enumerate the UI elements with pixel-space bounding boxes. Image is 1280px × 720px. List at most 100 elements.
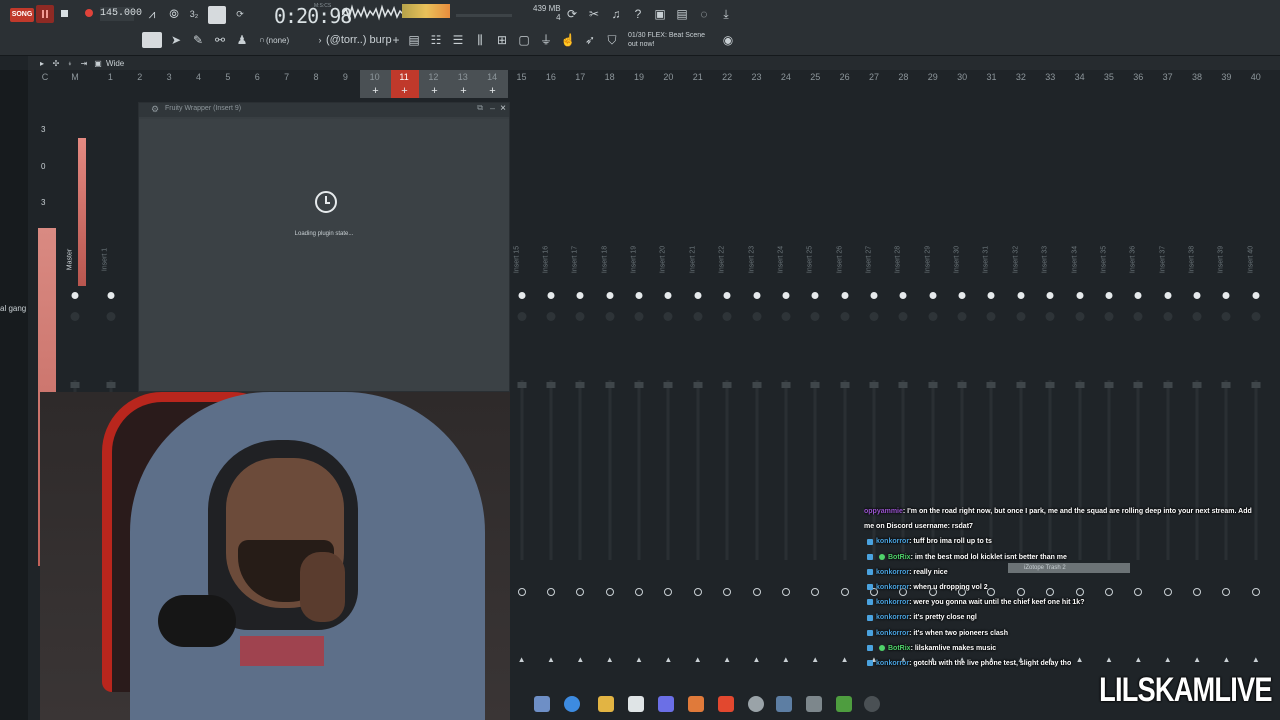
stereo-knob[interactable] (1221, 312, 1231, 321)
stereo-knob[interactable] (693, 312, 703, 321)
track-number[interactable]: 35 (1104, 72, 1114, 82)
refresh-icon[interactable]: ⟳ (564, 6, 580, 22)
wrapper-title-bar[interactable]: ⚙ Fruity Wrapper (Insert 9) ⧉ – × (139, 103, 509, 117)
insert-arrow-icon[interactable]: ▲ (782, 655, 790, 664)
insert-arrow-icon[interactable]: ▲ (811, 655, 819, 664)
route-toggle[interactable] (576, 588, 585, 596)
add-insert-icon[interactable]: + (478, 84, 507, 98)
chat-username[interactable]: konkorror (876, 630, 909, 637)
track-number[interactable]: 13 (458, 72, 468, 82)
volume-fader[interactable] (520, 380, 524, 560)
stereo-knob[interactable] (546, 312, 556, 321)
mixer-icon[interactable]: ⫼ (472, 32, 488, 48)
chat-username[interactable]: konkorror (876, 584, 909, 591)
pan-knob[interactable] (1076, 292, 1084, 299)
pan-knob[interactable] (1222, 292, 1230, 299)
stereo-knob[interactable] (70, 312, 80, 321)
track-number[interactable]: 9 (343, 72, 348, 82)
mixer-view-selector[interactable]: Wide (106, 59, 124, 68)
download-icon[interactable]: ⤓ (718, 6, 734, 22)
chat-username[interactable]: oppyammie (864, 508, 903, 515)
insert-arrow-icon[interactable]: ▲ (576, 655, 584, 664)
track-number[interactable]: 5 (225, 72, 230, 82)
render-icon[interactable]: ▤ (674, 6, 690, 22)
master-volume-slider[interactable] (456, 14, 512, 17)
pan-knob[interactable] (576, 292, 584, 299)
stereo-knob[interactable] (517, 312, 527, 321)
pause-button[interactable] (36, 5, 54, 23)
track-number[interactable]: 33 (1045, 72, 1055, 82)
chat-username[interactable]: konkorror (876, 660, 909, 667)
track-number[interactable]: 22 (722, 72, 732, 82)
tools-icon[interactable]: ✂ (586, 6, 602, 22)
volume-fader[interactable] (813, 380, 817, 560)
globe-icon[interactable]: ◉ (720, 32, 736, 48)
fl-studio-icon[interactable] (688, 696, 704, 712)
pan-knob[interactable] (71, 292, 79, 299)
channel-rack-icon[interactable]: ☰ (450, 32, 466, 48)
fader-handle[interactable] (1045, 382, 1055, 388)
stereo-knob[interactable] (928, 312, 938, 321)
add-insert-icon[interactable]: + (449, 84, 478, 98)
stereo-knob[interactable] (957, 312, 967, 321)
pan-knob[interactable] (870, 292, 878, 299)
piano-roll-icon[interactable]: ☷ (428, 32, 444, 48)
fader-handle[interactable] (546, 382, 556, 388)
fader-handle[interactable] (1163, 382, 1173, 388)
chat-username[interactable]: BotRix (888, 645, 911, 652)
track-number[interactable]: 19 (634, 72, 644, 82)
pan-knob[interactable] (518, 292, 526, 299)
pan-knob[interactable] (694, 292, 702, 299)
route-toggle[interactable] (546, 588, 555, 596)
fader-handle[interactable] (898, 382, 908, 388)
loop-record-icon[interactable]: ⟳ (232, 6, 248, 22)
fader-handle[interactable] (663, 382, 673, 388)
track-number[interactable]: 39 (1221, 72, 1231, 82)
track-number[interactable]: 4 (196, 72, 201, 82)
volume-fader[interactable] (549, 380, 553, 560)
close-icon[interactable]: × (500, 103, 506, 114)
fader-handle[interactable] (1104, 382, 1114, 388)
track-number[interactable]: 36 (1133, 72, 1143, 82)
pencil-icon[interactable]: ✎ (190, 32, 206, 48)
track-number[interactable]: 32 (1016, 72, 1026, 82)
minecraft-icon[interactable] (836, 696, 852, 712)
stop-button[interactable] (61, 10, 68, 17)
fader-handle[interactable] (986, 382, 996, 388)
track-number[interactable]: 16 (546, 72, 556, 82)
track-number[interactable]: 14 (487, 72, 497, 82)
track-number[interactable]: C (42, 72, 49, 82)
fader-handle[interactable] (840, 382, 850, 388)
plugin-icon[interactable]: ⏚ (538, 32, 554, 48)
fader-handle[interactable] (693, 382, 703, 388)
insert-arrow-icon[interactable]: ▲ (723, 655, 731, 664)
track-number[interactable]: 31 (986, 72, 996, 82)
add-pattern-icon[interactable]: + (388, 32, 404, 48)
volume-fader[interactable] (696, 380, 700, 560)
stereo-knob[interactable] (840, 312, 850, 321)
pan-knob[interactable] (841, 292, 849, 299)
route-toggle[interactable] (517, 588, 526, 596)
track-number[interactable]: M (71, 72, 79, 82)
volume-fader[interactable] (666, 380, 670, 560)
pan-knob[interactable] (1193, 292, 1201, 299)
stereo-knob[interactable] (898, 312, 908, 321)
chat-icon[interactable]: ◌ (696, 6, 712, 22)
volume-fader[interactable] (608, 380, 612, 560)
stereo-knob[interactable] (663, 312, 673, 321)
pan-knob[interactable] (987, 292, 995, 299)
pan-knob[interactable] (635, 292, 643, 299)
route-toggle[interactable] (840, 588, 849, 596)
chat-username[interactable]: BotRix (888, 554, 911, 561)
add-insert-icon[interactable]: + (420, 84, 449, 98)
stereo-knob[interactable] (1104, 312, 1114, 321)
route-toggle[interactable] (664, 588, 673, 596)
fader-handle[interactable] (1016, 382, 1026, 388)
insert-arrow-icon[interactable]: ▲ (753, 655, 761, 664)
fader-handle[interactable] (957, 382, 967, 388)
fader-handle[interactable] (634, 382, 644, 388)
fader-handle[interactable] (722, 382, 732, 388)
piano-roll-button[interactable] (142, 32, 162, 48)
arrow-icon[interactable]: ➤ (168, 32, 184, 48)
stereo-knob[interactable] (106, 312, 116, 321)
